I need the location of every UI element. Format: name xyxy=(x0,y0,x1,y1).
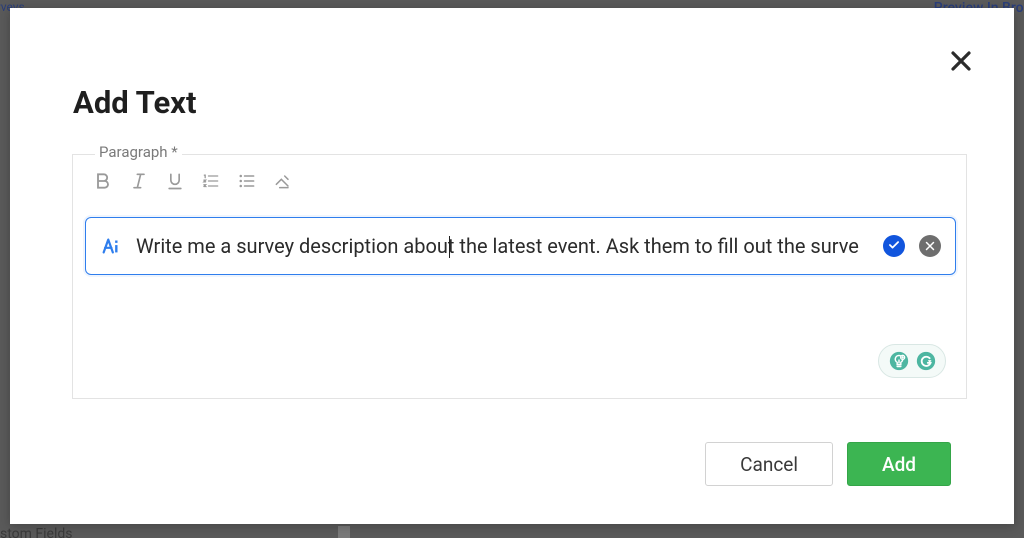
close-icon xyxy=(949,49,973,77)
lightbulb-icon xyxy=(888,350,910,372)
ai-prompt-text-wrap xyxy=(136,234,869,258)
add-text-modal: Add Text Paragraph * xyxy=(10,8,1014,524)
ordered-list-icon xyxy=(201,171,221,195)
bold-icon xyxy=(93,171,113,195)
underline-button[interactable] xyxy=(163,171,187,195)
text-caret xyxy=(449,236,450,258)
modal-backdrop: urveys Preview In Brow stom Fields Add T… xyxy=(0,0,1024,538)
modal-footer: Cancel Add xyxy=(705,442,951,486)
bg-text-bottom: stom Fields xyxy=(0,526,73,538)
ai-prompt-row xyxy=(85,217,956,275)
unordered-list-icon xyxy=(237,171,257,195)
clear-format-icon xyxy=(273,171,293,195)
add-button[interactable]: Add xyxy=(847,442,951,486)
paragraph-editor: Paragraph * xyxy=(72,154,967,399)
grammarly-icon xyxy=(915,350,937,372)
ai-confirm-button[interactable] xyxy=(883,235,905,257)
field-label: Paragraph * xyxy=(95,143,182,161)
ai-icon xyxy=(100,235,122,257)
assistant-pill[interactable] xyxy=(878,344,946,378)
formatting-toolbar xyxy=(91,171,295,195)
ordered-list-button[interactable] xyxy=(199,171,223,195)
italic-icon xyxy=(129,171,149,195)
bold-button[interactable] xyxy=(91,171,115,195)
clear-format-button[interactable] xyxy=(271,171,295,195)
unordered-list-button[interactable] xyxy=(235,171,259,195)
x-icon xyxy=(924,237,936,256)
cancel-button[interactable]: Cancel xyxy=(705,442,833,486)
ai-prompt-input[interactable] xyxy=(136,234,869,258)
modal-title: Add Text xyxy=(73,84,196,121)
close-button[interactable] xyxy=(946,48,976,78)
ai-clear-button[interactable] xyxy=(919,235,941,257)
bg-scrollbar-fragment xyxy=(338,526,350,538)
underline-icon xyxy=(165,171,185,195)
italic-button[interactable] xyxy=(127,171,151,195)
check-icon xyxy=(887,237,901,256)
